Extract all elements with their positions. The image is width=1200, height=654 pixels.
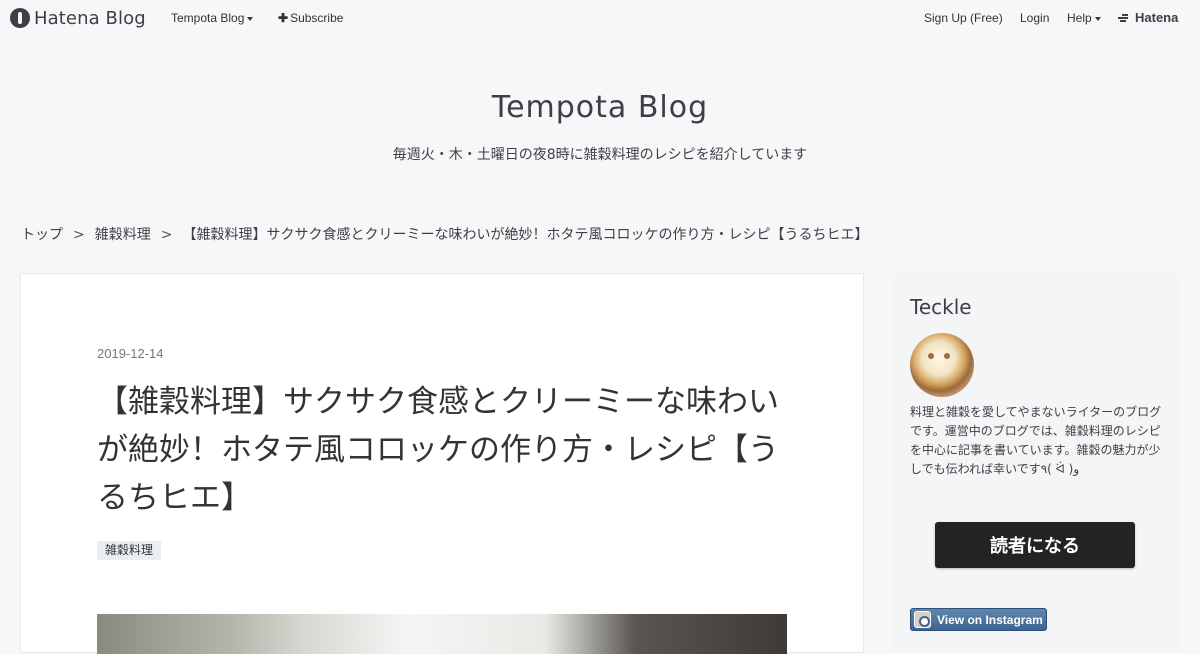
instagram-icon — [914, 611, 931, 628]
hatena-logo[interactable]: Hatena — [1118, 10, 1178, 25]
login-link[interactable]: Login — [1020, 11, 1049, 25]
hatena-logo-icon — [1118, 13, 1132, 23]
author-description: 料理と雑穀を愛してやまないライターのブログです。運営中のブログでは、雑穀料理のレ… — [910, 405, 1162, 476]
blog-menu-label: Tempota Blog — [171, 11, 245, 25]
instagram-button-label: View on Instagram — [937, 612, 1043, 627]
blog-title[interactable]: Tempota Blog — [0, 90, 1200, 125]
global-header: Hatena Blog Tempota Blog ✚ Subscribe Sign… — [0, 0, 1200, 36]
subscribe-label: Subscribe — [290, 11, 344, 25]
article-date[interactable]: 2019-12-14 — [97, 346, 164, 361]
hatena-blog-logo-icon — [10, 8, 30, 28]
hatena-logo-text: Hatena — [1135, 10, 1179, 25]
plus-icon: ✚ — [278, 11, 289, 25]
sidebar-profile: Teckle 料理と雑穀を愛してやまないライターのブログです。運営中のブログでは… — [892, 273, 1180, 653]
hatena-blog-logo-text: Hatena Blog — [34, 7, 146, 29]
breadcrumb-item-top[interactable]: トップ — [21, 227, 63, 243]
help-dropdown[interactable]: Help — [1067, 11, 1101, 25]
chevron-down-icon — [247, 16, 254, 21]
signup-link[interactable]: Sign Up (Free) — [924, 11, 1003, 25]
author-name[interactable]: Teckle — [910, 295, 972, 319]
article-photo — [97, 614, 787, 654]
subscribe-button[interactable]: ✚ Subscribe — [278, 11, 343, 25]
chevron-down-icon — [1094, 16, 1101, 21]
hatena-blog-logo[interactable]: Hatena Blog — [10, 7, 146, 29]
article-title[interactable]: 【雑穀料理】サクサク食感とクリーミーな味わいが絶妙！ホタテ風コロッケの作り方・レ… — [97, 378, 797, 522]
breadcrumb-separator: > — [160, 227, 173, 243]
breadcrumb-item-category[interactable]: 雑穀料理 — [95, 227, 151, 243]
blog-description: 毎週火・木・土曜日の夜8時に雑穀料理のレシピを紹介しています — [392, 147, 808, 163]
article-card: 2019-12-14 【雑穀料理】サクサク食感とクリーミーな味わいが絶妙！ホタテ… — [20, 273, 864, 654]
follow-button[interactable]: 読者になる — [935, 522, 1135, 568]
instagram-button[interactable]: View on Instagram — [910, 608, 1047, 631]
help-label: Help — [1067, 11, 1092, 25]
article-category-tag[interactable]: 雑穀料理 — [97, 541, 162, 560]
breadcrumb: トップ > 雑穀料理 > 【雑穀料理】サクサク食感とクリーミーな味わいが絶妙！ホタテ風コ… — [21, 224, 868, 244]
author-avatar[interactable] — [910, 333, 974, 397]
breadcrumb-separator: > — [73, 227, 85, 243]
blog-menu-dropdown[interactable]: Tempota Blog — [171, 11, 254, 25]
breadcrumb-item-current: 【雑穀料理】サクサク食感とクリーミーな味わいが絶妙！ホタテ風コロッケの作り方・レ… — [182, 227, 869, 243]
